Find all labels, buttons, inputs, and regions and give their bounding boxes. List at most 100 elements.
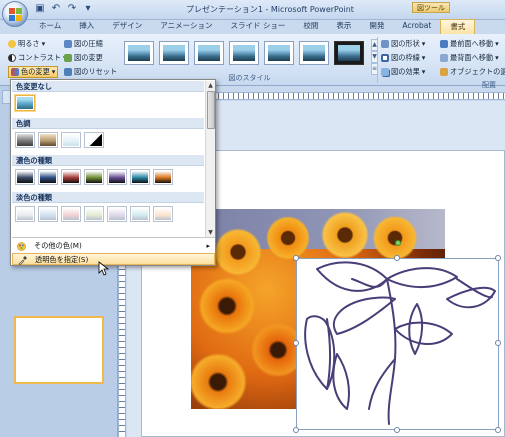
rotation-handle[interactable] xyxy=(395,240,401,246)
picture-style-option[interactable] xyxy=(124,41,154,65)
leaf-sketch-image[interactable] xyxy=(296,258,499,430)
light-variation-option[interactable] xyxy=(130,206,150,222)
picture-border-icon xyxy=(381,54,389,62)
picture-effects-icon xyxy=(381,68,389,76)
bring-to-front-button[interactable]: 最前面へ移動 ▾ xyxy=(440,38,499,50)
submenu-arrow-icon: ▸ xyxy=(206,242,210,250)
customize-icon[interactable]: ▾ xyxy=(82,3,94,15)
grayscale-option[interactable] xyxy=(15,132,35,148)
picture-style-option[interactable] xyxy=(299,41,329,65)
resize-handle-s[interactable] xyxy=(394,427,400,433)
resize-handle-nw[interactable] xyxy=(293,255,299,261)
brightness-icon xyxy=(8,40,16,48)
tab-home[interactable]: ホーム xyxy=(30,19,70,34)
flower xyxy=(209,227,267,277)
flower xyxy=(191,351,253,409)
tab-animations[interactable]: アニメーション xyxy=(151,19,221,34)
light-variation-option[interactable] xyxy=(84,206,104,222)
dark-variation-option[interactable] xyxy=(130,169,150,185)
leaf-sketch-drawing xyxy=(304,261,496,425)
tab-view[interactable]: 表示 xyxy=(327,19,360,34)
resize-handle-e[interactable] xyxy=(495,340,501,346)
dark-variation-option[interactable] xyxy=(84,169,104,185)
reset-picture-button[interactable]: 図のリセット xyxy=(64,66,117,78)
window-title: プレゼンテーション1 - Microsoft PowerPoint xyxy=(186,5,354,14)
gallery-up-icon[interactable]: ▲ xyxy=(371,39,378,51)
recolor-button[interactable]: 色の変更 ▾ xyxy=(8,66,59,78)
mouse-pointer-icon xyxy=(98,261,110,276)
compress-icon xyxy=(64,40,72,48)
tab-review[interactable]: 校閲 xyxy=(294,19,327,34)
eyedropper-icon xyxy=(18,256,27,265)
light-variation-option[interactable] xyxy=(153,206,173,222)
picture-tools-label: 図ツール xyxy=(412,2,450,13)
save-icon[interactable]: ▣ xyxy=(34,3,46,15)
slide-thumbnail[interactable] xyxy=(14,316,104,384)
dark-variation-option[interactable] xyxy=(15,169,35,185)
picture-shape-button[interactable]: 図の形状 ▾ xyxy=(381,38,425,50)
office-button[interactable] xyxy=(2,1,28,27)
light-variation-option[interactable] xyxy=(61,206,81,222)
tab-slideshow[interactable]: スライド ショー xyxy=(221,19,294,34)
dark-variation-option[interactable] xyxy=(61,169,81,185)
gallery-down-icon[interactable]: ▼ xyxy=(371,51,378,63)
flower xyxy=(193,275,261,337)
picture-style-option[interactable] xyxy=(229,41,259,65)
flower xyxy=(367,215,423,261)
horizontal-ruler xyxy=(214,92,505,100)
recolor-icon xyxy=(11,68,19,76)
picture-style-option[interactable] xyxy=(334,41,364,65)
contrast-icon xyxy=(8,54,16,62)
tab-format[interactable]: 書式 xyxy=(440,19,476,34)
selection-pane-button[interactable]: オブジェクトの選択 xyxy=(440,66,505,78)
set-transparent-color-item[interactable]: 透明色を指定(S) xyxy=(12,253,215,265)
bring-front-icon xyxy=(440,40,448,48)
picture-border-button[interactable]: 図の枠線 ▾ xyxy=(381,52,425,64)
picture-style-option[interactable] xyxy=(159,41,189,65)
resize-handle-n[interactable] xyxy=(394,255,400,261)
contrast-button[interactable]: コントラスト▾ xyxy=(8,52,67,64)
scroll-down-icon[interactable]: ▼ xyxy=(206,228,215,237)
light-variation-option[interactable] xyxy=(38,206,58,222)
section-dark-variations: 濃色の種類 xyxy=(12,155,204,166)
send-back-icon xyxy=(440,54,448,62)
tab-insert[interactable]: 挿入 xyxy=(70,19,103,34)
undo-icon[interactable]: ↶ xyxy=(50,3,62,15)
brightness-button[interactable]: 明るさ ▾ xyxy=(8,38,45,50)
resize-handle-se[interactable] xyxy=(495,427,501,433)
light-variation-option[interactable] xyxy=(107,206,127,222)
menu-scrollbar[interactable]: ▲ ▼ xyxy=(205,81,215,237)
resize-handle-w[interactable] xyxy=(293,340,299,346)
color-palette-icon xyxy=(17,242,26,251)
tab-design[interactable]: デザイン xyxy=(103,19,151,34)
dark-variation-option[interactable] xyxy=(153,169,173,185)
washout-option[interactable] xyxy=(61,132,81,148)
resize-handle-sw[interactable] xyxy=(293,427,299,433)
section-light-variations: 淡色の種類 xyxy=(12,192,204,203)
sepia-option[interactable] xyxy=(38,132,58,148)
dark-variation-option[interactable] xyxy=(38,169,58,185)
gallery-scroll[interactable]: ▲ ▼ ≡ xyxy=(371,39,378,75)
color-mode-row xyxy=(15,132,104,148)
more-variations-item[interactable]: その他の色(M) ▸ xyxy=(12,240,215,252)
flower xyxy=(315,211,375,259)
picture-style-option[interactable] xyxy=(194,41,224,65)
redo-icon[interactable]: ↷ xyxy=(66,3,78,15)
tab-developer[interactable]: 開発 xyxy=(360,19,393,34)
picture-effects-button[interactable]: 図の効果 ▾ xyxy=(381,66,425,78)
compress-button[interactable]: 図の圧縮 xyxy=(64,38,103,50)
change-picture-button[interactable]: 図の変更 xyxy=(64,52,103,64)
section-no-recolor: 色変更なし xyxy=(12,81,204,92)
no-recolor-option[interactable] xyxy=(15,95,35,111)
scroll-thumb[interactable] xyxy=(207,91,215,129)
scroll-up-icon[interactable]: ▲ xyxy=(206,81,215,90)
light-variation-option[interactable] xyxy=(15,206,35,222)
tab-acrobat[interactable]: Acrobat xyxy=(393,19,440,34)
dark-variation-option[interactable] xyxy=(107,169,127,185)
title-bar: ▣ ↶ ↷ ▾ プレゼンテーション1 - Microsoft PowerPoin… xyxy=(0,0,505,20)
light-variations-row xyxy=(15,206,173,222)
picture-style-option[interactable] xyxy=(264,41,294,65)
send-to-back-button[interactable]: 最背面へ移動 ▾ xyxy=(440,52,499,64)
resize-handle-ne[interactable] xyxy=(495,255,501,261)
black-white-option[interactable] xyxy=(84,132,104,148)
